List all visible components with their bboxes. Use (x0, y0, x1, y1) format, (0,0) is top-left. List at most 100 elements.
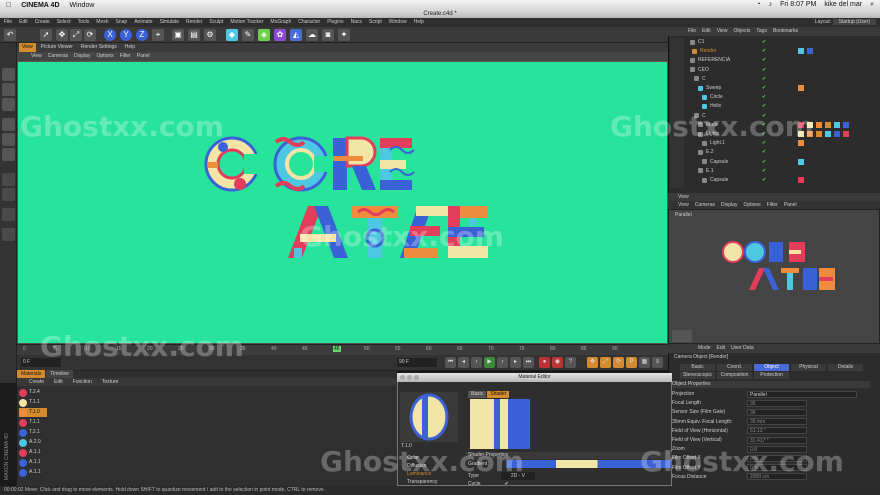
attr-value[interactable]: 36 (747, 408, 807, 416)
materials-tab[interactable]: Materials (17, 370, 46, 378)
camera-icon[interactable]: ◙ (322, 29, 334, 41)
material-item[interactable]: T.1.1 (19, 418, 47, 427)
menu-mograph[interactable]: MoGraph (270, 18, 291, 27)
object-row[interactable]: E.1 ✔ (690, 167, 766, 175)
object-row[interactable]: Capsule ✔ (690, 176, 766, 184)
attr-value[interactable]: 31.417 ° (747, 436, 807, 444)
material-tag-icon[interactable] (816, 131, 822, 137)
visibility-toggle[interactable]: ✔ (762, 47, 766, 55)
goto-end-icon[interactable]: ⏭ (523, 357, 534, 368)
x-axis-icon[interactable]: X (104, 29, 116, 41)
om-menu-item[interactable]: Edit (702, 27, 711, 36)
om-menu-item[interactable]: File (688, 27, 696, 36)
layout-switch-icon[interactable] (672, 330, 692, 342)
wifi-icon[interactable]: ◔ (756, 1, 760, 9)
coord-icon[interactable]: ⌖ (152, 29, 164, 41)
volume-icon[interactable]: ♪ (769, 1, 773, 9)
z-axis-icon[interactable]: Z (136, 29, 148, 41)
material-tag-icon[interactable] (825, 121, 831, 128)
attr-menu-item[interactable]: Edit (717, 344, 726, 353)
menu-sculpt[interactable]: Sculpt (209, 18, 223, 27)
material-item[interactable]: T.1.0 (19, 408, 47, 417)
cube-icon[interactable]: ◆ (226, 29, 238, 41)
cycle-checkbox[interactable]: ✔ (505, 480, 509, 488)
viewport-menu-item[interactable]: Options (96, 52, 113, 61)
viewport-menu-item[interactable]: View (31, 52, 42, 61)
attr-tab[interactable]: Protection (754, 372, 789, 379)
viewport-tab[interactable]: View (19, 43, 36, 52)
materials-menu-item[interactable]: Create (29, 378, 44, 386)
materials-menu-item[interactable]: Texture (102, 378, 118, 386)
object-row[interactable]: Sweep ✔ (690, 84, 766, 92)
menu-simulate[interactable]: Simulate (160, 18, 179, 27)
me-tab[interactable]: Basic (468, 391, 487, 398)
object-row[interactable]: REFERENCIA ✔ (690, 56, 766, 64)
object-row[interactable]: C1 ✔ (690, 38, 766, 46)
array-icon[interactable]: ✿ (274, 29, 286, 41)
attr-tab[interactable]: Coord. (717, 364, 752, 371)
material-item[interactable]: A.1.1 (19, 468, 47, 477)
material-tag-icon[interactable] (798, 85, 804, 91)
visibility-toggle[interactable]: ✔ (762, 167, 766, 175)
material-tag-icon[interactable] (798, 158, 804, 165)
end-frame-field[interactable]: 90 F (397, 358, 437, 367)
attr-value[interactable]: 53.13 ° (747, 427, 807, 435)
object-row[interactable]: CEO ✔ (690, 66, 766, 74)
attr-tab[interactable]: Physical (791, 364, 826, 371)
material-item[interactable]: T.2.4 (19, 388, 47, 397)
material-item[interactable]: A.1.1 (19, 458, 47, 467)
move-icon[interactable]: ✥ (56, 29, 68, 41)
menu-character[interactable]: Character (298, 18, 320, 27)
scale-icon[interactable]: ⤢ (70, 29, 82, 41)
points-mode-icon[interactable] (2, 118, 15, 131)
attr-tab[interactable]: Details (828, 364, 863, 371)
om-menu-item[interactable]: View (717, 27, 728, 36)
material-item[interactable]: A.2.0 (19, 438, 47, 447)
menu-script[interactable]: Script (369, 18, 382, 27)
visibility-toggle[interactable]: ✔ (762, 148, 766, 156)
subdivision-icon[interactable]: ◈ (258, 29, 270, 41)
viewport-menu-item[interactable]: Display (74, 52, 90, 61)
secondary-viewport[interactable]: Parallel (668, 209, 880, 344)
window-menu[interactable]: Window (70, 2, 95, 9)
viewport-tab[interactable]: Help (122, 43, 138, 52)
me-tab[interactable]: Shader (487, 391, 510, 398)
goto-start-icon[interactable]: ⏮ (445, 357, 456, 368)
material-tag-icon[interactable] (843, 131, 849, 137)
visibility-toggle[interactable]: ✔ (762, 38, 766, 46)
visibility-toggle[interactable]: ✔ (762, 93, 766, 101)
material-item[interactable]: T.2.1 (19, 428, 47, 437)
object-row[interactable]: Render ✔ (690, 47, 766, 55)
material-tag-icon[interactable] (834, 121, 840, 128)
model-mode-icon[interactable] (2, 68, 15, 81)
undo-icon[interactable]: ↶ (4, 29, 16, 41)
viewport-tab[interactable]: Render Settings (78, 43, 120, 52)
menu-animate[interactable]: Animate (134, 18, 152, 27)
material-tag-icon[interactable] (843, 121, 849, 128)
materials-menu-item[interactable]: Function (73, 378, 92, 386)
grid-icon[interactable] (2, 228, 15, 241)
material-preview[interactable] (400, 392, 458, 442)
pen-icon[interactable]: ✎ (242, 29, 254, 41)
close-button[interactable] (400, 375, 405, 380)
menu-motion-tracker[interactable]: Motion Tracker (230, 18, 263, 27)
view2-menu-item[interactable]: View (678, 201, 689, 209)
zoom-button[interactable] (414, 375, 419, 380)
visibility-toggle[interactable]: ✔ (762, 66, 766, 74)
deformer-icon[interactable]: ◭ (290, 29, 302, 41)
material-tag-icon[interactable] (816, 121, 822, 128)
menu-snap[interactable]: Snap (116, 18, 128, 27)
user-menu[interactable]: kike del mar (824, 1, 862, 9)
y-axis-icon[interactable]: Y (120, 29, 132, 41)
menu-window[interactable]: Window (389, 18, 407, 27)
menu-mesh[interactable]: Mesh (96, 18, 108, 27)
select-icon[interactable]: ➚ (40, 29, 52, 41)
render-view-icon[interactable]: ▣ (172, 29, 184, 41)
menu-plugins[interactable]: Plugins (327, 18, 343, 27)
viewport-menu-item[interactable]: Cameras (48, 52, 68, 61)
viewport-menu-item[interactable]: Panel (137, 52, 150, 61)
om-menu-item[interactable]: Bookmarks (773, 27, 798, 36)
axis-icon[interactable] (2, 188, 15, 201)
visibility-toggle[interactable]: ✔ (762, 158, 766, 166)
snap-icon[interactable] (2, 173, 15, 186)
